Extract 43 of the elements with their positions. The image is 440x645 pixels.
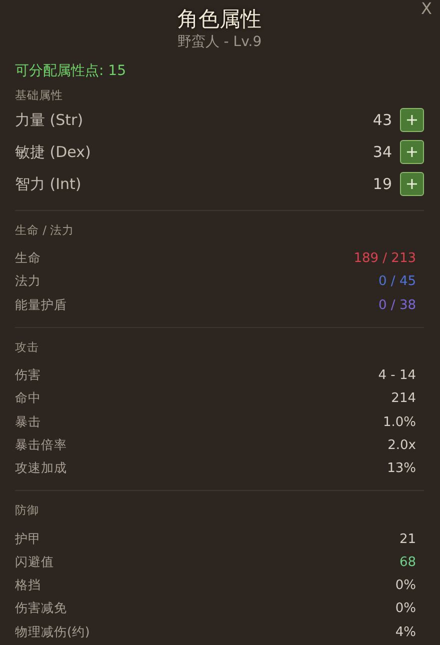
stat-value: 0 / 38 (378, 298, 416, 313)
add-point-button[interactable]: + (400, 172, 424, 196)
stat-name: 攻速加成 (15, 460, 67, 478)
stat-value: 0 / 45 (378, 274, 416, 290)
stat-name: 命中 (15, 390, 41, 408)
stat-name: 伤害减免 (15, 600, 67, 618)
stat-value: 2.0x (388, 438, 416, 453)
stat-name: 智力 (Int) (15, 174, 82, 194)
stat-name: 伤害 (15, 367, 41, 384)
stat-value: 19 (372, 175, 392, 193)
stat-name: 物理减伤(约) (15, 624, 90, 641)
stat-name: 护甲 (15, 530, 41, 548)
stat-value: 21 (399, 532, 416, 547)
stat-value: 13% (387, 461, 416, 476)
stat-value: 34 (372, 143, 392, 161)
stat-value: 189 / 213 (354, 251, 416, 266)
stat-value: 43 (372, 111, 392, 129)
section-heading: 基础属性 (15, 87, 64, 104)
stat-name: 暴击倍率 (15, 436, 67, 454)
stat-name: 能量护盾 (15, 296, 67, 314)
attribute-points: 可分配属性点: 15 (15, 62, 127, 81)
close-button[interactable]: X (419, 0, 434, 18)
stat-value: 68 (399, 554, 416, 570)
stat-value: 214 (391, 391, 416, 406)
stat-value: 1.0% (382, 414, 416, 430)
add-point-button[interactable]: + (400, 108, 424, 132)
stat-value: 4 - 14 (378, 368, 416, 384)
stat-value: 0% (395, 578, 416, 594)
stat-name: 法力 (15, 273, 41, 290)
class-level: 野蛮人 - Lv.9 (176, 33, 263, 52)
section-heading: 攻击 (15, 338, 40, 356)
section-heading: 防御 (15, 502, 40, 520)
stat-name: 格挡 (15, 577, 41, 594)
stat-value: 0% (395, 601, 416, 616)
stat-name: 暴击 (15, 414, 41, 431)
stat-name: 闪避值 (15, 554, 54, 571)
window-title: 角色属性 (178, 6, 262, 32)
stat-value: 4% (395, 624, 416, 640)
stat-name: 生命 (15, 250, 41, 268)
section-heading: 生命 / 法力 (15, 222, 76, 239)
stat-name: 敏捷 (Dex) (15, 142, 92, 162)
add-point-button[interactable]: + (400, 140, 424, 164)
stat-name: 力量 (Str) (15, 110, 84, 130)
